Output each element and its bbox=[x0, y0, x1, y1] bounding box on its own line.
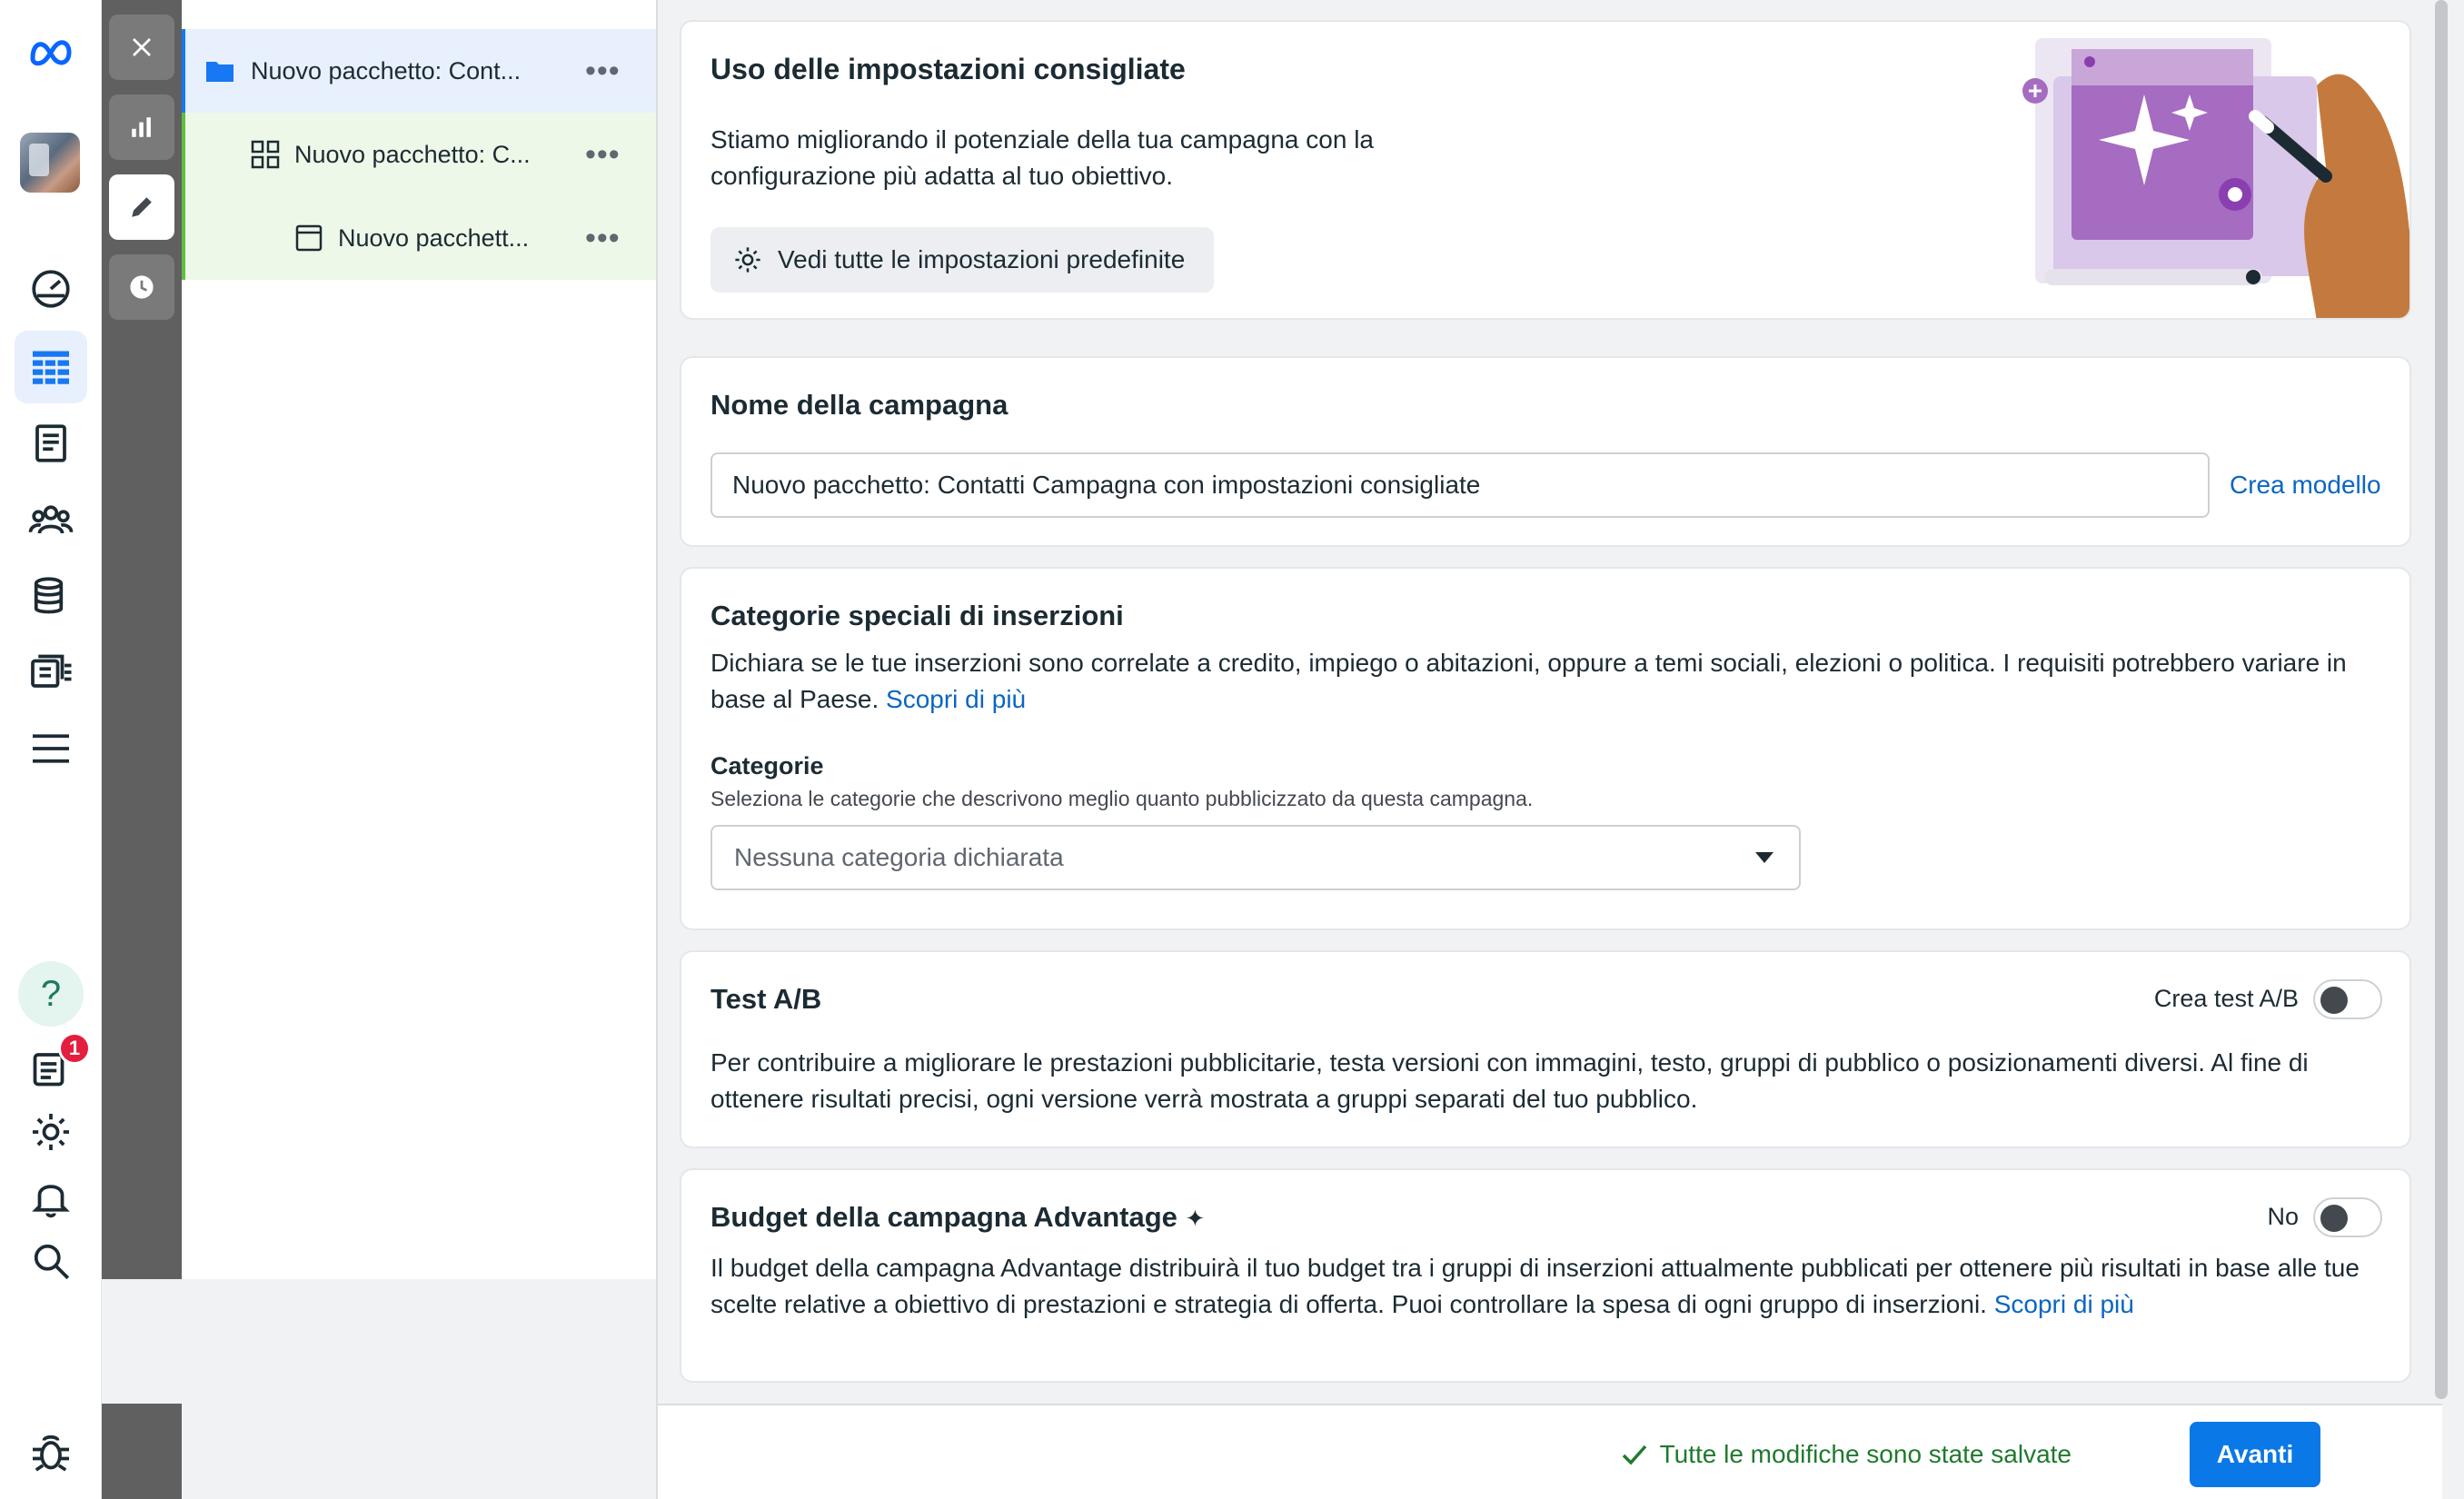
help-icon[interactable]: ? bbox=[18, 961, 84, 1027]
categories-sublabel: Seleziona le categorie che descrivono me… bbox=[710, 787, 1534, 810]
tree-item-label: Nuovo pacchetto: Cont... bbox=[251, 56, 522, 84]
categories-select[interactable]: Nessuna categoria dichiarata bbox=[710, 825, 1801, 890]
advantage-budget-toggle-label: No bbox=[2267, 1203, 2299, 1230]
card-title: Budget della campagna Advantage ✦ bbox=[710, 1201, 1206, 1233]
campaigns-table-icon[interactable] bbox=[15, 331, 87, 403]
view-default-settings-button[interactable]: Vedi tutte le impostazioni predefinite bbox=[710, 227, 1215, 293]
more-options-icon[interactable]: ••• bbox=[585, 55, 621, 86]
more-options-icon[interactable]: ••• bbox=[585, 139, 621, 170]
card-title: Uso delle impostazioni consigliate bbox=[710, 53, 1186, 85]
bug-icon[interactable] bbox=[15, 1415, 87, 1488]
recommended-illustration bbox=[2022, 38, 2409, 318]
special-ad-categories-card: Categorie speciali di inserzioni Dichiar… bbox=[680, 567, 2411, 930]
footer-bar: Tutte le modifiche sono state salvate Av… bbox=[658, 1404, 2442, 1499]
campaign-name-input[interactable]: Nuovo pacchetto: Contatti Campagna con i… bbox=[710, 452, 2210, 518]
scrollbar[interactable] bbox=[2435, 0, 2448, 1399]
next-button[interactable]: Avanti bbox=[2190, 1422, 2320, 1487]
tree-item-ad[interactable]: Nuovo pacchett... ••• bbox=[182, 196, 656, 280]
grid-icon bbox=[251, 140, 280, 169]
tree-item-label: Nuovo pacchett... bbox=[338, 223, 530, 252]
campaign-tree-panel: Nuovo pacchetto: Cont... ••• Nuovo pacch… bbox=[182, 0, 658, 1279]
settings-gear-icon[interactable] bbox=[15, 1096, 87, 1168]
dashboard-gauge-icon[interactable] bbox=[15, 253, 87, 325]
card-description: Per contribuire a migliorare le prestazi… bbox=[710, 1048, 2309, 1113]
create-ab-test-label: Crea test A/B bbox=[2153, 985, 2299, 1012]
search-icon[interactable] bbox=[15, 1225, 87, 1297]
create-template-link[interactable]: Crea modello bbox=[2230, 471, 2381, 500]
learn-more-link[interactable]: Scopri di più bbox=[1994, 1290, 2134, 1318]
audience-icon[interactable] bbox=[15, 483, 87, 556]
campaign-name-card: Nome della campagna Nuovo pacchetto: Con… bbox=[680, 356, 2411, 547]
pages-icon[interactable] bbox=[15, 407, 87, 480]
save-status: Tutte le modifiche sono state salvate bbox=[1618, 1438, 2072, 1471]
notification-badge: 1 bbox=[58, 1032, 91, 1065]
card-title: Categorie speciali di inserzioni bbox=[710, 600, 1124, 631]
bell-icon[interactable] bbox=[15, 1161, 87, 1234]
left-navigation-rail: ? 1 bbox=[0, 0, 102, 1499]
card-description: Dichiara se le tue inserzioni sono corre… bbox=[710, 649, 2347, 713]
tree-item-campaign[interactable]: Nuovo pacchetto: Cont... ••• bbox=[182, 29, 656, 113]
menu-icon[interactable] bbox=[15, 712, 87, 785]
more-options-icon[interactable]: ••• bbox=[585, 223, 621, 253]
folder-icon bbox=[206, 62, 233, 82]
editor-tools-strip bbox=[102, 0, 182, 1279]
advantage-budget-toggle[interactable] bbox=[2313, 1197, 2382, 1237]
ab-test-card: Test A/B Crea test A/B Per contribuire a… bbox=[680, 950, 2411, 1148]
catalog-icon[interactable] bbox=[15, 636, 87, 709]
bar-chart-icon[interactable] bbox=[109, 94, 174, 160]
categories-label: Categorie bbox=[710, 752, 824, 779]
learn-more-link[interactable]: Scopri di più bbox=[886, 685, 1026, 713]
check-icon bbox=[1622, 1444, 1646, 1465]
ad-icon bbox=[295, 224, 323, 252]
card-description: Stiamo migliorando il potenziale della t… bbox=[710, 125, 1374, 190]
card-description: Il budget della campagna Advantage distr… bbox=[710, 1254, 2360, 1318]
edit-pencil-icon[interactable] bbox=[109, 174, 174, 240]
gear-icon bbox=[735, 247, 760, 273]
editor-tools-strip-footer bbox=[102, 1404, 182, 1499]
chevron-down-icon bbox=[1755, 852, 1773, 863]
advantage-sparkle-icon: ✦ bbox=[1185, 1205, 1206, 1232]
advantage-budget-card: Budget della campagna Advantage ✦ No Il … bbox=[680, 1168, 2411, 1383]
main-content: Uso delle impostazioni consigliate Stiam… bbox=[658, 0, 2442, 1404]
billing-stack-icon[interactable] bbox=[15, 560, 87, 632]
meta-logo-icon[interactable] bbox=[15, 15, 87, 87]
history-clock-icon[interactable] bbox=[109, 254, 174, 320]
avatar[interactable] bbox=[20, 133, 80, 193]
card-title: Test A/B bbox=[710, 983, 822, 1015]
tree-item-label: Nuovo pacchetto: C... bbox=[294, 140, 531, 168]
card-title: Nome della campagna bbox=[710, 389, 1008, 421]
tree-item-adset[interactable]: Nuovo pacchetto: C... ••• bbox=[182, 113, 656, 196]
close-icon[interactable] bbox=[109, 15, 174, 80]
recommended-settings-card: Uso delle impostazioni consigliate Stiam… bbox=[680, 20, 2411, 320]
create-ab-test-toggle[interactable] bbox=[2313, 979, 2382, 1019]
